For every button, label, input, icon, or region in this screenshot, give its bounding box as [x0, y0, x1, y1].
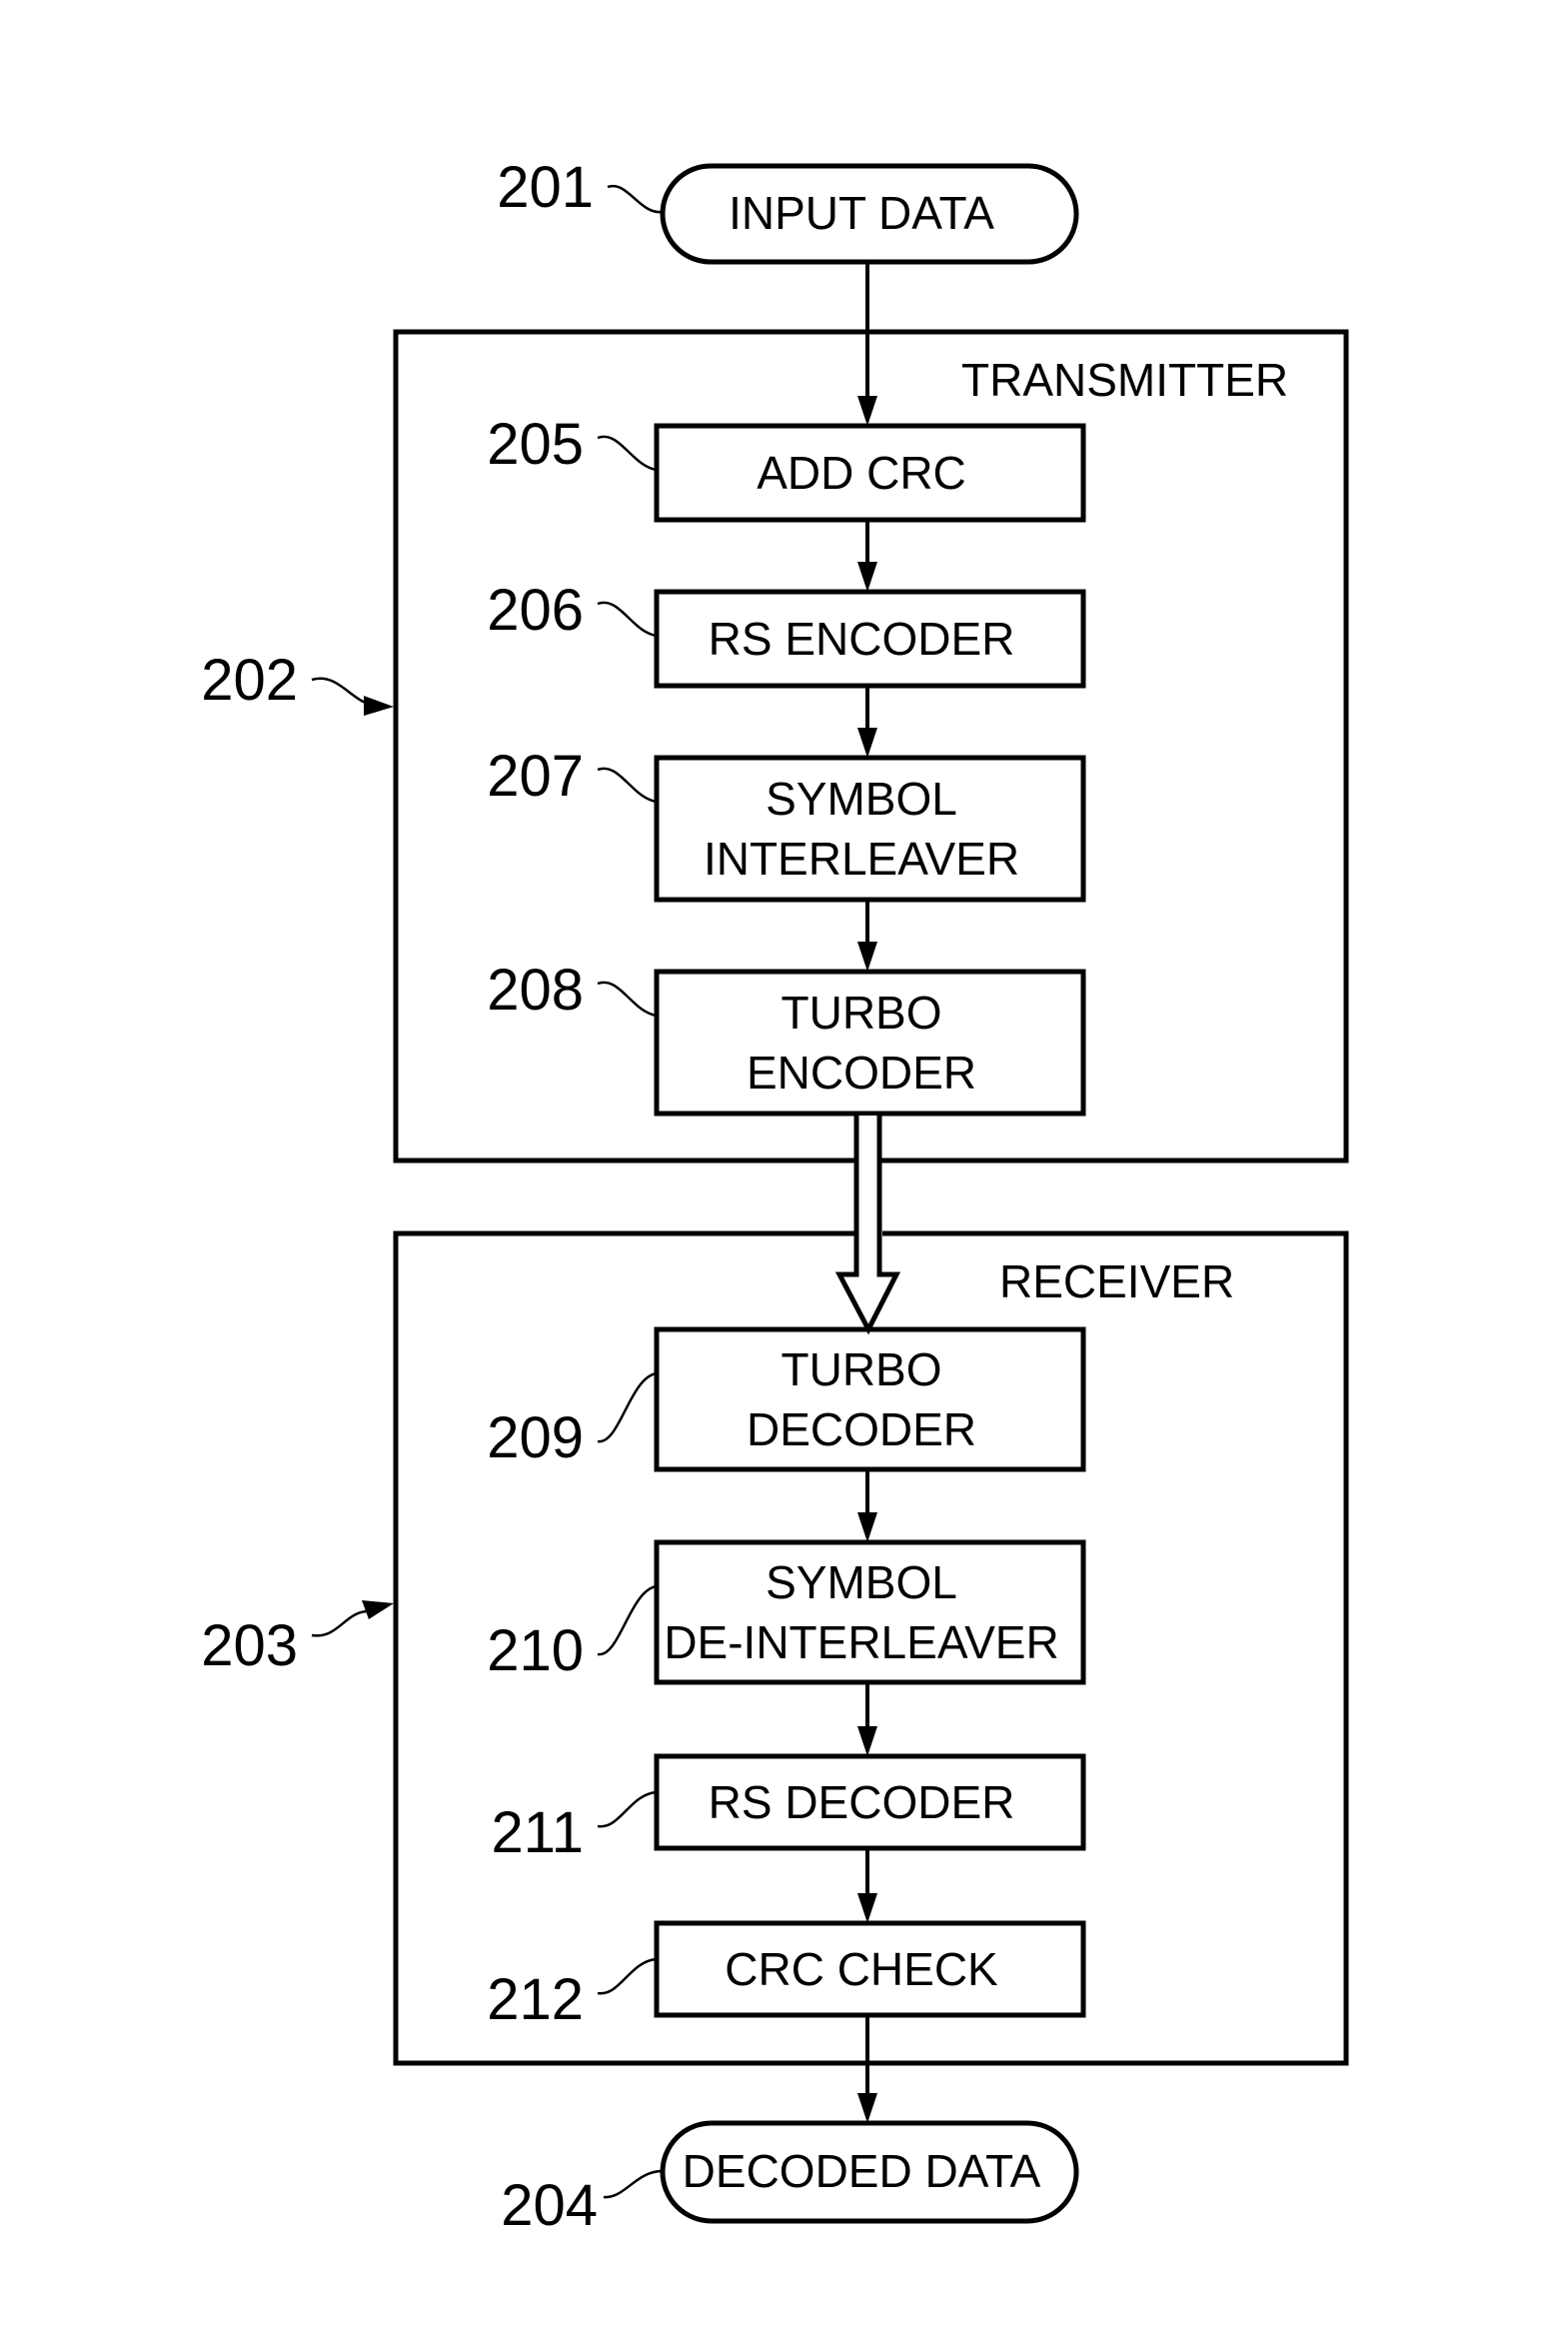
block-label: TURBO — [782, 987, 942, 1039]
ref-208: 208 — [487, 958, 584, 1023]
leader-212 — [597, 1957, 658, 1995]
block-label: DECODER — [747, 1403, 976, 1455]
leader-204 — [603, 2169, 664, 2199]
ref-211: 211 — [492, 1800, 584, 1865]
block-label: RS ENCODER — [709, 613, 1015, 665]
transmitter-block-205: ADD CRC 205 — [487, 412, 1086, 523]
arrow-tx-0 — [857, 520, 877, 592]
arrow-rx-2 — [857, 1848, 877, 1923]
receiver-block-211: RS DECODER 211 — [492, 1753, 1086, 1865]
receiver-block-209: TURBO DECODER 209 — [487, 1326, 1086, 1472]
leader-206 — [597, 601, 658, 638]
leader-210 — [597, 1584, 658, 1656]
block-label: RS DECODER — [709, 1776, 1015, 1828]
ref-201: 201 — [497, 155, 594, 220]
arrow-tx-1 — [857, 686, 877, 758]
transmitter-title: TRANSMITTER — [961, 354, 1288, 406]
ref-202: 202 — [201, 648, 298, 713]
transmitter-block-206: RS ENCODER 206 — [487, 578, 1086, 689]
ref-212: 212 — [487, 1967, 584, 2032]
block-label: SYMBOL — [766, 1556, 957, 1608]
ref-206: 206 — [487, 578, 584, 643]
block-label: DE-INTERLEAVER — [664, 1616, 1058, 1668]
arrow-rx-1 — [857, 1682, 877, 1756]
leader-209 — [597, 1371, 658, 1443]
arrow-tx-2 — [857, 900, 877, 972]
leader-202 — [311, 677, 394, 716]
block-label: ADD CRC — [757, 447, 966, 499]
decoded-data-terminal: DECODED DATA — [660, 2120, 1079, 2224]
leader-203 — [311, 1600, 394, 1637]
ref-203: 203 — [201, 1613, 298, 1678]
receiver-block-210: SYMBOL DE-INTERLEAVER 210 — [487, 1539, 1086, 1685]
leader-208 — [597, 981, 658, 1018]
input-data-label: INPUT DATA — [729, 187, 994, 239]
leader-205 — [597, 435, 658, 472]
block-label: SYMBOL — [766, 773, 957, 825]
ref-204: 204 — [501, 2173, 598, 2238]
flowchart: INPUT DATA 201 TRANSMITTER 202 RECEIVER … — [201, 155, 1349, 2238]
arrow-212-to-output — [857, 2015, 877, 2123]
leader-211 — [597, 1790, 658, 1828]
ref-205: 205 — [487, 412, 584, 477]
ref-209: 209 — [487, 1405, 584, 1470]
transmitter-block-207: SYMBOL INTERLEAVER 207 — [487, 744, 1086, 903]
leader-207 — [597, 767, 658, 804]
leader-201 — [607, 184, 664, 214]
channel-hollow-arrow — [834, 1116, 901, 1335]
ref-207: 207 — [487, 744, 584, 809]
arrow-rx-0 — [857, 1469, 877, 1542]
decoded-data-label: DECODED DATA — [683, 2145, 1041, 2197]
arrow-input-to-205 — [857, 262, 877, 426]
receiver-block-212: CRC CHECK 212 — [487, 1920, 1086, 2032]
block-label: CRC CHECK — [725, 1943, 998, 1995]
input-data-terminal: INPUT DATA — [660, 163, 1079, 265]
block-label: ENCODER — [747, 1047, 976, 1099]
receiver-title: RECEIVER — [999, 1255, 1234, 1307]
block-label: INTERLEAVER — [704, 833, 1019, 885]
block-group: ADD CRC 205 RS ENCODER 206 SYMBOL INTERLEAVER… — [487, 412, 1086, 2032]
block-label: TURBO — [782, 1343, 942, 1395]
transmitter-block-208: TURBO ENCODER 208 — [487, 958, 1086, 1117]
ref-210: 210 — [487, 1618, 584, 1683]
